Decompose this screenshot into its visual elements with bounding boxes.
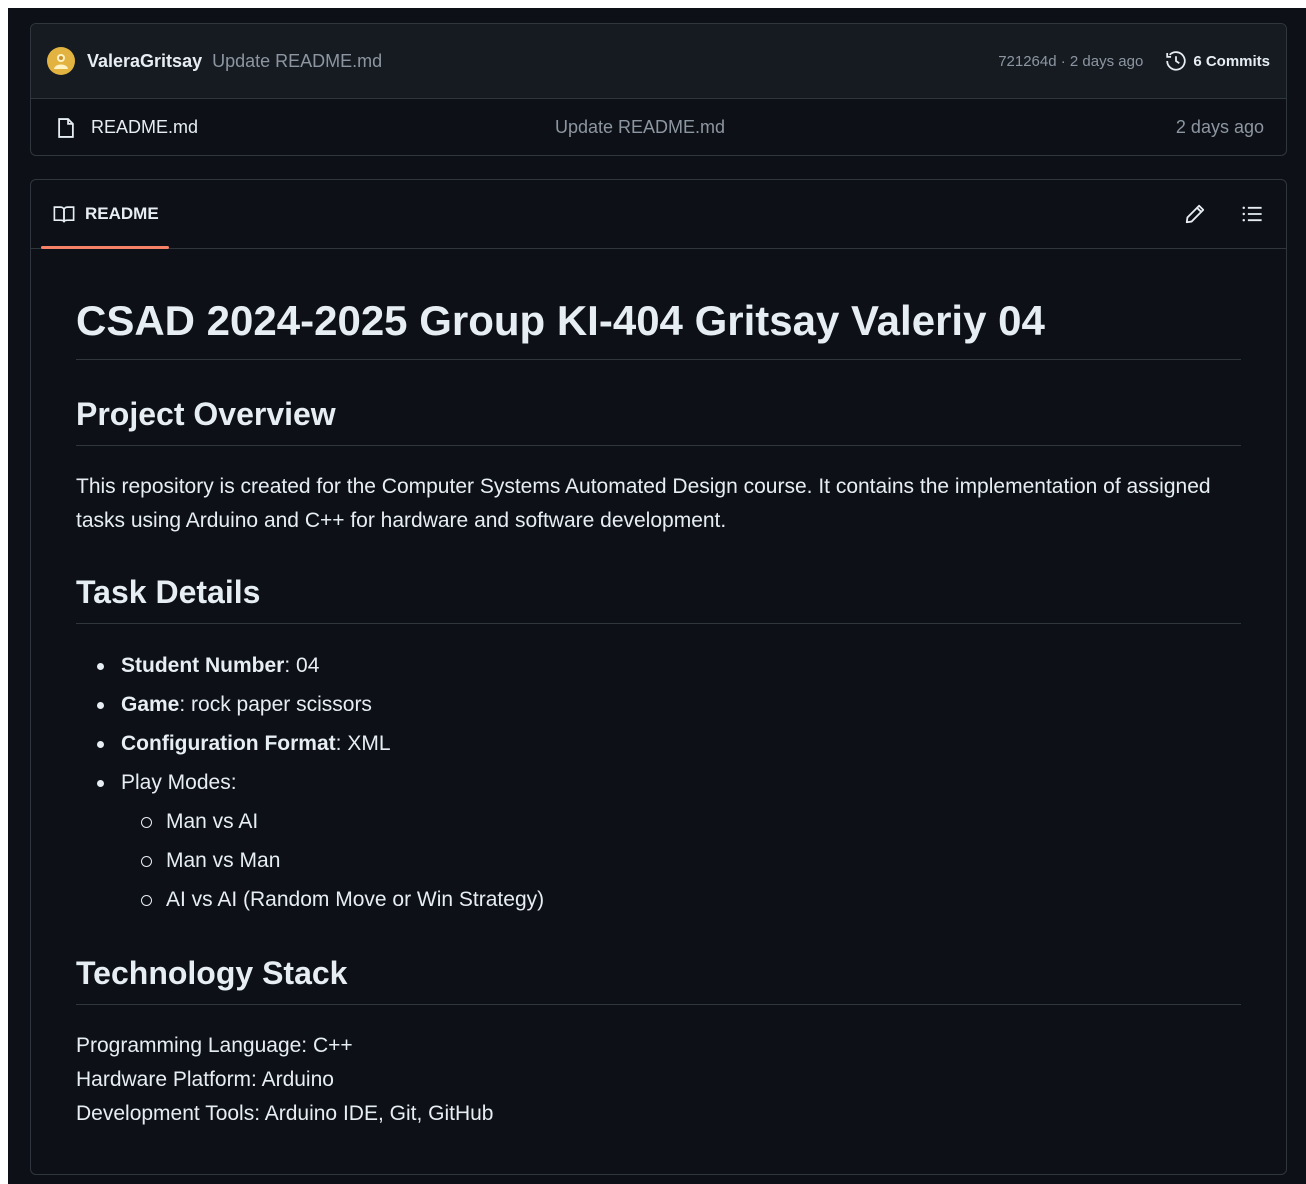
overview-paragraph: This repository is created for the Compu… <box>76 475 1211 532</box>
readme-panel: README CSAD 2024-2025 Group KI-404 Grits… <box>30 179 1287 1175</box>
avatar-image <box>54 54 68 69</box>
list-item: Configuration Format: XML <box>97 724 1241 763</box>
book-icon <box>53 206 75 223</box>
tab-readme-label: README <box>85 204 159 223</box>
pencil-icon[interactable] <box>1184 203 1206 225</box>
item-label: Configuration Format <box>121 732 336 755</box>
play-modes-label: Play Modes: <box>121 771 237 794</box>
commits-count: 6 Commits <box>1193 52 1270 70</box>
heading-task-details: Task Details <box>76 538 1241 624</box>
file-row[interactable]: README.md Update README.md 2 days ago <box>31 99 1286 155</box>
item-label: Student Number <box>121 654 285 677</box>
repo-content-frame: ValeraGritsay Update README.md 721264d ·… <box>8 8 1306 1184</box>
heading-technology-stack: Technology Stack <box>76 919 1241 1005</box>
tech-line: Programming Language: C++ <box>76 1034 353 1057</box>
tech-stack-text: Programming Language: C++ Hardware Platf… <box>76 1029 1241 1131</box>
item-value: : rock paper scissors <box>179 693 372 716</box>
list-item: Game: rock paper scissors <box>97 685 1241 724</box>
list-item: Play Modes: Man vs AI Man vs Man AI vs A… <box>97 763 1241 919</box>
commit-sha-date[interactable]: 721264d · 2 days ago <box>998 53 1143 70</box>
commit-message-link[interactable]: Update README.md <box>212 51 382 72</box>
play-modes-list: Man vs AI Man vs Man AI vs AI (Random Mo… <box>121 802 1241 919</box>
commits-link[interactable]: 6 Commits <box>1165 50 1270 72</box>
item-value: : 04 <box>284 654 320 677</box>
tab-readme[interactable]: README <box>41 180 169 249</box>
item-value: : XML <box>335 732 391 755</box>
item-label: Game <box>121 693 180 716</box>
readme-content: CSAD 2024-2025 Group KI-404 Gritsay Vale… <box>31 249 1286 1131</box>
page-title: CSAD 2024-2025 Group KI-404 Gritsay Vale… <box>76 249 1241 360</box>
latest-commit-bar: ValeraGritsay Update README.md 721264d ·… <box>31 24 1286 99</box>
file-commit-message-link[interactable]: Update README.md <box>555 117 725 138</box>
file-name-link[interactable]: README.md <box>91 117 198 138</box>
task-details-list: Student Number: 04 Game: rock paper scis… <box>76 646 1241 919</box>
sub-list-item: AI vs AI (Random Move or Win Strategy) <box>141 880 1241 919</box>
tech-line: Hardware Platform: Arduino <box>76 1068 334 1091</box>
commit-author-link[interactable]: ValeraGritsay <box>87 51 202 72</box>
file-icon <box>58 117 74 138</box>
sub-list-item: Man vs Man <box>141 841 1241 880</box>
heading-project-overview: Project Overview <box>76 360 1241 446</box>
avatar[interactable] <box>47 47 75 75</box>
list-item: Student Number: 04 <box>97 646 1241 685</box>
readme-header: README <box>31 180 1286 249</box>
history-icon <box>1166 51 1186 71</box>
file-commit-date: 2 days ago <box>1175 117 1264 137</box>
sub-list-item: Man vs AI <box>141 802 1241 841</box>
list-icon[interactable] <box>1240 203 1264 225</box>
file-browser: ValeraGritsay Update README.md 721264d ·… <box>30 23 1287 156</box>
tech-line: Development Tools: Arduino IDE, Git, Git… <box>76 1102 494 1125</box>
